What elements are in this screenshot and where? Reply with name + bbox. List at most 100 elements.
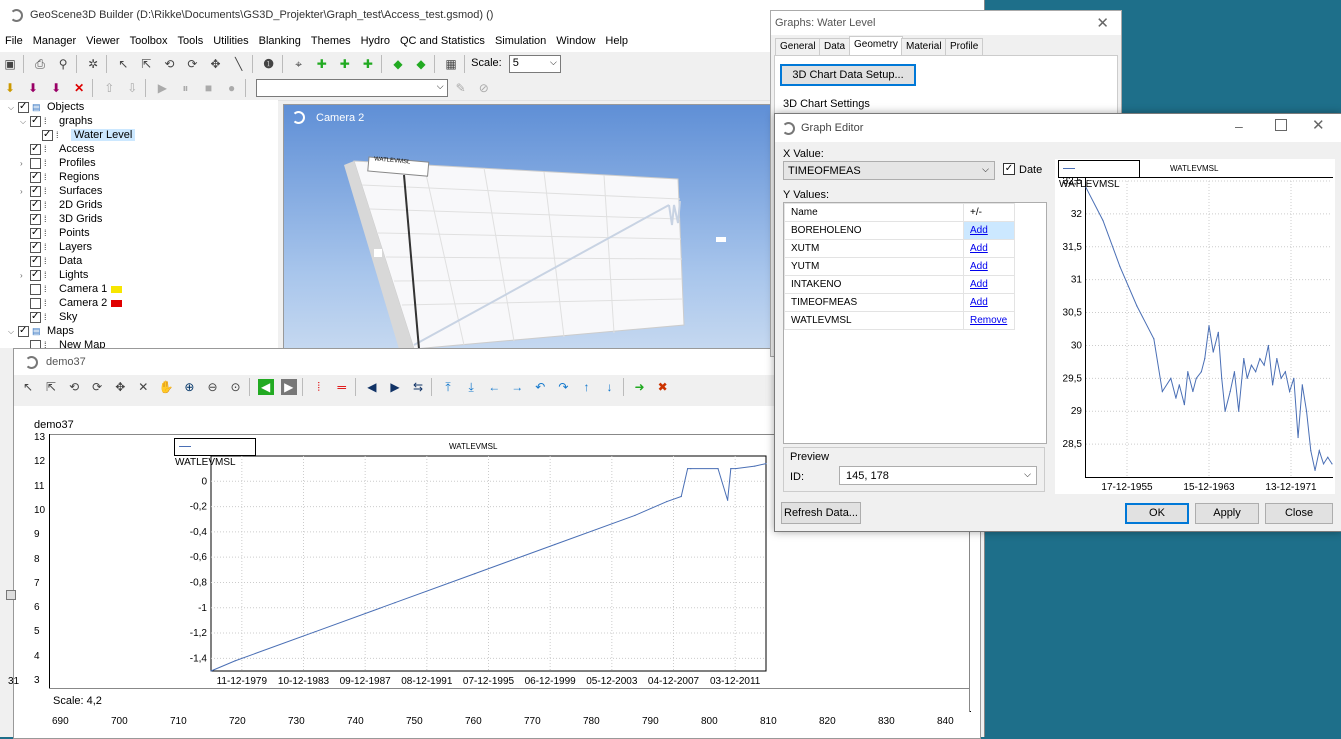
table-row[interactable]: WATLEVMSL Remove <box>784 311 1015 330</box>
export-icon[interactable]: ➜ <box>632 379 648 395</box>
rotate-icon[interactable]: ⟲ <box>66 379 82 395</box>
table-row[interactable]: BOREHOLENO Add <box>784 221 1015 240</box>
rotate-icon[interactable]: ⟲ <box>161 56 177 72</box>
tree-checkbox[interactable] <box>30 157 41 169</box>
id-select[interactable]: 145, 178 ⌵ <box>839 466 1037 485</box>
nav-left-icon[interactable]: ◀ <box>257 379 274 395</box>
nav-right-icon[interactable]: ▶ <box>280 379 297 395</box>
pan-icon[interactable]: ✥ <box>112 379 128 395</box>
menu-item-help[interactable]: Help <box>600 30 633 47</box>
tree-item-2d-grids[interactable]: ⁞ 2D Grids <box>20 198 102 212</box>
tree-checkbox[interactable] <box>30 297 41 309</box>
tree-checkbox[interactable] <box>30 142 41 156</box>
down-arrow-icon[interactable]: ↓ <box>602 379 618 395</box>
move-down2-icon[interactable]: ⬇ <box>25 80 41 96</box>
add-point2-icon[interactable]: ✚ <box>337 56 353 72</box>
tab-material[interactable]: Material <box>901 38 947 56</box>
add-link[interactable]: Add <box>970 243 988 254</box>
edit-icon[interactable]: ✎ <box>453 80 469 96</box>
line-tool-icon[interactable]: ╲ <box>231 56 247 72</box>
tree-item-regions[interactable]: ⁞ Regions <box>20 170 99 184</box>
expand-icon[interactable]: ⌵ <box>20 115 28 129</box>
tree-item-objects[interactable]: ⌵ ▤ Objects <box>8 100 84 114</box>
add-point-icon[interactable]: ✚ <box>314 56 330 72</box>
tree-checkbox[interactable] <box>30 212 41 226</box>
layer2-icon[interactable]: ◆ <box>413 56 429 72</box>
tree-item-3d-grids[interactable]: ⁞ 3D Grids <box>20 212 102 226</box>
table-row[interactable]: INTAKENO Add <box>784 275 1015 294</box>
tree-item-access[interactable]: ⁞ Access <box>20 142 94 156</box>
tree-checkbox[interactable] <box>30 310 41 324</box>
minimize-icon[interactable]: – <box>1235 118 1243 134</box>
x-value-select[interactable]: TIMEOFMEAS ⌵ <box>783 161 995 180</box>
expand-icon[interactable]: › <box>20 269 28 283</box>
hline-icon[interactable]: ═ <box>334 379 350 395</box>
rotate2-icon[interactable]: ⟳ <box>89 379 105 395</box>
menu-item-window[interactable]: Window <box>551 30 600 47</box>
vline-icon[interactable]: ⦙ <box>311 379 327 395</box>
zoom-out-icon[interactable]: ⊖ <box>205 379 221 395</box>
tab-general[interactable]: General <box>775 38 821 56</box>
add-link[interactable]: Add <box>970 297 988 308</box>
next-icon[interactable]: ▶ <box>387 379 403 395</box>
record-icon[interactable]: ● <box>224 80 240 96</box>
tree-checkbox[interactable] <box>30 170 41 184</box>
tree-checkbox[interactable] <box>42 128 53 142</box>
hand-icon[interactable]: ✋ <box>158 379 174 395</box>
side-collapse-icon[interactable] <box>6 590 16 600</box>
chart-data-setup-button[interactable]: 3D Chart Data Setup... <box>780 64 916 86</box>
add-link[interactable]: Add <box>970 261 988 272</box>
close-icon[interactable]: ✕ <box>1096 14 1109 32</box>
find-icon[interactable]: ⚲ <box>55 56 71 72</box>
down-icon[interactable]: ⇩ <box>124 80 140 96</box>
pause-icon[interactable]: ⏸ <box>177 80 193 96</box>
up-icon[interactable]: ⇧ <box>101 80 117 96</box>
move-down3-icon[interactable]: ⬇ <box>48 80 64 96</box>
add-link[interactable]: Add <box>970 279 988 290</box>
expand-icon[interactable]: › <box>20 157 28 171</box>
tree-item-data[interactable]: ⁞ Data <box>20 254 82 268</box>
table-row[interactable]: YUTM Add <box>784 257 1015 276</box>
swap-icon[interactable]: ⇆ <box>410 379 426 395</box>
menu-item-qc-and-statistics[interactable]: QC and Statistics <box>395 30 490 47</box>
print-icon[interactable]: ⎙ <box>32 56 48 72</box>
add-point3-icon[interactable]: ✚ <box>360 56 376 72</box>
tree-checkbox[interactable] <box>30 268 41 282</box>
tab-geometry[interactable]: Geometry <box>849 36 903 56</box>
tree-checkbox[interactable] <box>30 226 41 240</box>
layer-icon[interactable]: ◆ <box>390 56 406 72</box>
redo-icon[interactable]: ↷ <box>555 379 571 395</box>
expand-icon[interactable]: ⌵ <box>8 101 16 115</box>
zoom-fit-icon[interactable]: ⊙ <box>228 379 244 395</box>
camera-view[interactable]: Camera 2 WATLEVMSL <box>283 104 775 350</box>
ok-button[interactable]: OK <box>1125 503 1189 524</box>
menu-item-hydro[interactable]: Hydro <box>356 30 395 47</box>
clear-icon[interactable]: ⊘ <box>476 80 492 96</box>
menu-item-manager[interactable]: Manager <box>28 30 81 47</box>
rotate2-icon[interactable]: ⟳ <box>184 56 200 72</box>
apply-button[interactable]: Apply <box>1195 503 1259 524</box>
close-button[interactable]: Close <box>1265 503 1333 524</box>
tree-item-sky[interactable]: ⁞ Sky <box>20 310 77 324</box>
tree-item-layers[interactable]: ⁞ Layers <box>20 240 92 254</box>
tree-checkbox[interactable] <box>30 184 41 198</box>
tree-checkbox[interactable] <box>30 283 41 295</box>
tree-item-camera-1[interactable]: ⁞ Camera 1 <box>20 282 123 296</box>
refresh-data-button[interactable]: Refresh Data... <box>781 502 861 524</box>
bookmark-x-icon[interactable]: ✖ <box>655 379 671 395</box>
zoom-in-icon[interactable]: ⊕ <box>181 379 197 395</box>
pointer-icon[interactable]: ↖ <box>115 56 131 72</box>
right-arrow-icon[interactable]: → <box>509 379 525 395</box>
tree-item-graphs[interactable]: ⌵ ⁞ graphs <box>20 114 93 128</box>
menu-item-simulation[interactable]: Simulation <box>490 30 551 47</box>
grid-icon[interactable]: ▦ <box>443 56 459 72</box>
tree-checkbox[interactable] <box>30 240 41 254</box>
tools-icon[interactable]: ✲ <box>85 56 101 72</box>
info-icon[interactable]: ❶ <box>261 56 277 72</box>
pin-icon[interactable]: ⌖ <box>291 56 307 72</box>
menu-item-blanking[interactable]: Blanking <box>254 30 306 47</box>
pan-icon[interactable]: ✥ <box>208 56 224 72</box>
close-icon[interactable]: ✕ <box>1312 116 1325 134</box>
pointer-icon[interactable]: ↖ <box>20 379 36 395</box>
select-icon[interactable]: ⇱ <box>138 56 154 72</box>
